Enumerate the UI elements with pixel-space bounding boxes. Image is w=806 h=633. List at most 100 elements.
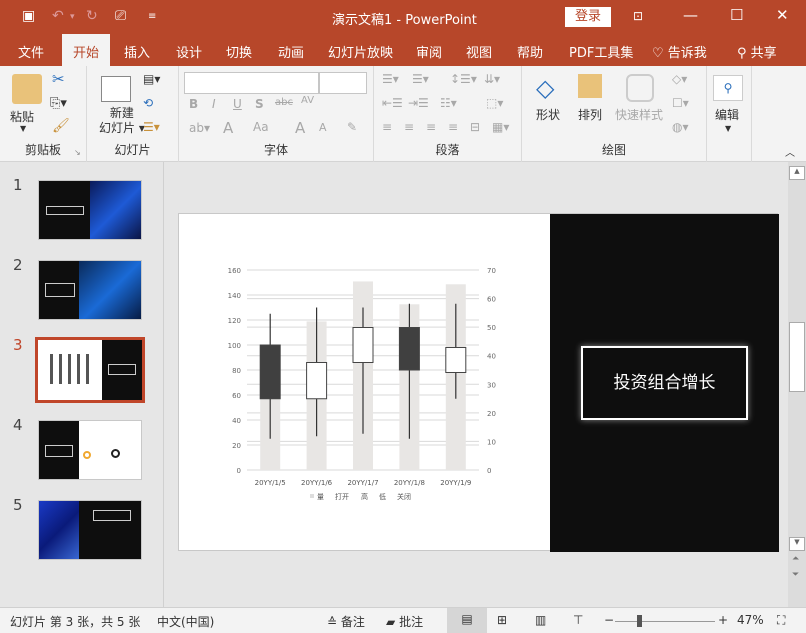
slide-thumbnail-2[interactable] [38, 260, 142, 320]
align-left-icon[interactable]: ≡ [382, 120, 392, 134]
new-slide-icon[interactable] [101, 76, 131, 102]
zoom-slider[interactable] [615, 615, 715, 627]
increase-indent-icon[interactable]: ⇥☰ [408, 96, 429, 110]
ribbon-display-icon[interactable]: ⊡ [633, 9, 643, 23]
minimize-icon[interactable]: — [683, 6, 698, 24]
tab-slideshow[interactable]: 幻灯片放映 [328, 42, 393, 61]
paste-icon[interactable] [12, 74, 42, 104]
font-color-button[interactable]: A [223, 119, 233, 137]
tab-pdf-tools[interactable]: PDF工具集 [569, 42, 633, 61]
tab-animations[interactable]: 动画 [278, 42, 304, 61]
decrease-indent-icon[interactable]: ⇤☰ [382, 96, 403, 110]
clear-format-icon[interactable]: ✎ [347, 120, 357, 134]
tab-home[interactable]: 开始 [62, 34, 111, 66]
login-button[interactable]: 登录 [565, 7, 611, 27]
save-icon[interactable]: ▣ [22, 8, 35, 24]
share-button[interactable]: ⚲ 共享 [737, 42, 777, 61]
reading-view-icon[interactable]: ▥ [535, 613, 546, 627]
current-slide[interactable]: 0 20 40 60 80 100 120 140 160 0 10 20 30 40 50 60 70 20YY… [178, 213, 779, 552]
arrange-button[interactable]: 排列 [578, 106, 602, 123]
redo-icon[interactable]: ↻ [86, 8, 98, 24]
slide-thumbnail-5[interactable] [38, 500, 142, 560]
copy-icon[interactable]: ⎘▾ [50, 96, 67, 111]
line-spacing-icon[interactable]: ↕☰▾ [450, 72, 477, 86]
slide-title-box[interactable]: 投资组合增长 [581, 346, 748, 420]
normal-view-icon[interactable]: ▤ [447, 608, 487, 633]
tab-view[interactable]: 视图 [466, 42, 492, 61]
slideshow-icon[interactable]: ⊤ [573, 613, 583, 627]
editing-dropdown-icon[interactable]: ▼ [725, 124, 731, 133]
underline-button[interactable]: U [233, 97, 242, 111]
cut-icon[interactable]: ✂ [52, 70, 65, 88]
text-direction-icon[interactable]: ⇊▾ [484, 72, 500, 86]
zoom-slider-thumb[interactable] [636, 615, 642, 627]
tab-design[interactable]: 设计 [176, 42, 202, 61]
align-text-icon[interactable]: ⬚▾ [486, 96, 503, 110]
tab-insert[interactable]: 插入 [124, 42, 150, 61]
justify-icon[interactable]: ≡ [448, 120, 458, 134]
notes-button[interactable]: ≙ 备注 [327, 613, 365, 630]
slide-thumbnail-1[interactable] [38, 180, 142, 240]
stock-chart[interactable]: 0 20 40 60 80 100 120 140 160 0 10 20 30 40 50 60 70 20YY… [179, 214, 550, 552]
bold-button[interactable]: B [189, 97, 198, 111]
dialog-launcher-icon[interactable]: ↘ [74, 148, 81, 157]
font-name-input[interactable] [184, 72, 319, 94]
tell-me[interactable]: ♡ 告诉我 [652, 42, 707, 61]
shrink-font-button[interactable]: A [319, 121, 327, 134]
font-size-input[interactable] [319, 72, 367, 94]
editing-button[interactable]: 编辑 [715, 106, 739, 123]
fit-slide-icon[interactable]: ⛶ [777, 613, 785, 628]
language[interactable]: 中文(中国) [157, 613, 214, 630]
paste-dropdown-icon[interactable]: ▼ [20, 124, 26, 133]
collapse-ribbon-icon[interactable]: ︿ [785, 144, 795, 159]
undo-icon[interactable]: ↶ [52, 8, 64, 24]
change-case-button[interactable]: Aa [253, 120, 269, 134]
strikethrough-button[interactable]: abc [275, 97, 293, 108]
tab-review[interactable]: 审阅 [416, 42, 442, 61]
scroll-down-icon[interactable]: ▼ [789, 537, 805, 551]
bullets-icon[interactable]: ☰▾ [382, 72, 399, 86]
quick-styles-button[interactable]: 快速样式 [615, 106, 663, 123]
format-painter-icon[interactable]: 🖌 [52, 118, 70, 134]
tab-help[interactable]: 帮助 [517, 42, 543, 61]
zoom-in-button[interactable]: + [718, 613, 728, 627]
align-right-icon[interactable]: ≡ [426, 120, 436, 134]
slide-sorter-icon[interactable]: ⊞ [497, 613, 507, 627]
highlight-icon[interactable]: ab▾ [189, 121, 210, 135]
find-icon[interactable]: ⚲ [713, 75, 743, 101]
tab-file[interactable]: 文件 [18, 42, 44, 61]
slide-thumbnail-4[interactable] [38, 420, 142, 480]
layout-icon[interactable]: ▤▾ [143, 72, 160, 86]
present-icon[interactable]: ⎚ [115, 8, 126, 24]
tab-transitions[interactable]: 切换 [226, 42, 252, 61]
customize-icon[interactable]: ≡ [148, 11, 156, 22]
next-slide-icon[interactable]: ⏷ [792, 570, 799, 580]
shapes-button[interactable]: 形状 [536, 106, 560, 123]
shape-fill-icon[interactable]: ◇▾ [672, 72, 687, 86]
shape-outline-icon[interactable]: ☐▾ [672, 96, 689, 110]
quick-styles-icon[interactable] [626, 74, 654, 102]
italic-button[interactable]: I [212, 97, 216, 111]
slide-thumbnail-3[interactable] [35, 337, 145, 403]
grow-font-button[interactable]: A [295, 119, 305, 137]
arrange-icon[interactable] [578, 74, 602, 98]
new-slide-button[interactable]: 新建 幻灯片 ▾ [99, 106, 145, 136]
char-spacing-button[interactable]: AV [301, 95, 314, 106]
scroll-thumb[interactable] [789, 322, 805, 392]
distributed-icon[interactable]: ⊟ [470, 120, 480, 134]
numbering-icon[interactable]: ☰▾ [412, 72, 429, 86]
align-center-icon[interactable]: ≡ [404, 120, 414, 134]
maximize-icon[interactable]: ☐ [730, 6, 743, 24]
shadow-button[interactable]: S [255, 97, 264, 111]
shapes-icon[interactable]: ◇ [536, 74, 554, 102]
scroll-up-icon[interactable]: ▲ [789, 166, 805, 180]
close-icon[interactable]: ✕ [776, 6, 789, 24]
comments-button[interactable]: ▰ 批注 [386, 613, 423, 630]
undo-dropdown-icon[interactable]: ▾ [70, 12, 75, 22]
zoom-level[interactable]: 47% [737, 613, 764, 627]
section-icon[interactable]: ☰▾ [143, 120, 160, 134]
shape-effects-icon[interactable]: ◍▾ [672, 120, 689, 134]
smartart-icon[interactable]: ▦▾ [492, 120, 509, 134]
vertical-scrollbar[interactable]: ▲ ▼ ⏶ ⏷ [788, 162, 806, 607]
zoom-out-button[interactable]: − [604, 613, 614, 627]
